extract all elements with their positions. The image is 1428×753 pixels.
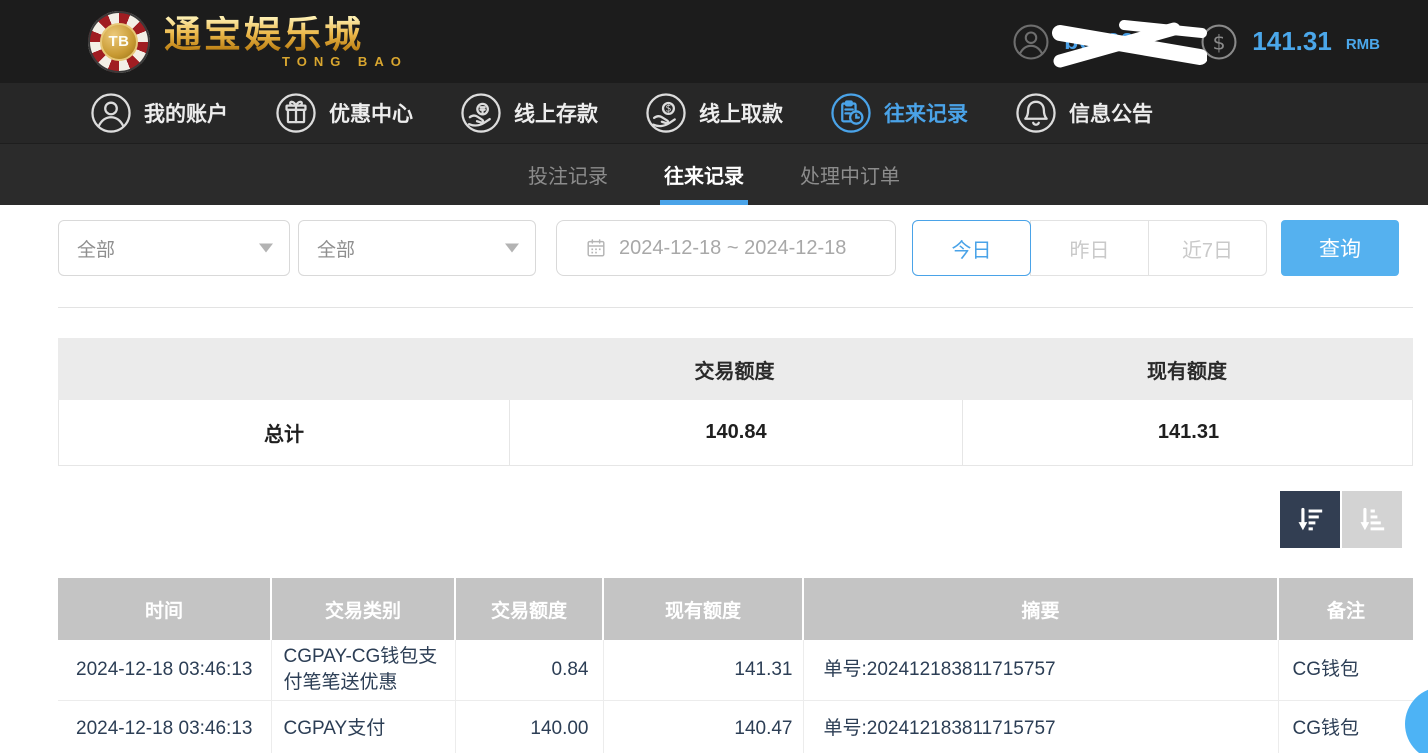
user-icon [90,92,132,134]
nav-item-withdraw[interactable]: $ 线上取款 [645,92,783,134]
brand-subtitle: TONG BAO [164,55,408,68]
cell-note: CG钱包 [1278,640,1413,701]
cell-time: 2024-12-18 03:46:13 [58,640,271,701]
records-tabbar: 投注记录 往来记录 处理中订单 [0,144,1428,205]
withdraw-hand-coin-icon: $ [645,92,687,134]
last-7-days-button[interactable]: 近7日 [1148,220,1267,276]
table-row: 2024-12-18 03:46:13 CGPAY-CG钱包支付笔笔送优惠 0.… [58,640,1413,701]
today-button[interactable]: 今日 [912,220,1031,276]
cell-time: 2024-12-18 03:46:13 [58,701,271,753]
cell-type: CGPAY-CG钱包支付笔笔送优惠 [271,640,455,701]
cell-amount: 0.84 [455,640,603,701]
cell-summary: 单号:202412183811715757 [803,640,1278,701]
table-row: 2024-12-18 03:46:13 CGPAY支付 140.00 140.4… [58,701,1413,753]
col-header-summary: 摘要 [803,578,1278,640]
deposit-hand-coin-icon [460,92,502,134]
tab-betting-records[interactable]: 投注记录 [524,144,612,205]
summary-total-row: 总计 140.84 141.31 [58,400,1413,466]
svg-text:$: $ [1213,30,1226,54]
nav-item-deposit[interactable]: 线上存款 [460,92,598,134]
bell-icon [1015,92,1057,134]
summary-header-empty [58,338,508,400]
col-header-time: 时间 [58,578,271,640]
summary-total-label: 总计 [59,400,509,465]
poker-chip-icon: TB [88,11,150,73]
calendar-icon [585,237,607,259]
nav-label: 优惠中心 [329,98,413,128]
transaction-category-select[interactable]: 全部 [298,220,536,276]
sort-controls [58,491,1413,548]
main-content: 全部 全部 2024-12-18 ~ 20 [58,220,1413,753]
records-header-row: 时间 交易类别 交易额度 现有额度 摘要 备注 [58,578,1413,640]
nav-label: 信息公告 [1069,98,1153,128]
gift-icon [275,92,317,134]
dollar-circle-icon: $ [1200,23,1238,61]
cell-balance: 141.31 [603,640,803,701]
cell-type: CGPAY支付 [271,701,455,753]
tab-pending-orders[interactable]: 处理中订单 [796,144,904,205]
balance-amount: 141.31 [1252,26,1332,57]
cell-note: CG钱包 [1278,701,1413,753]
yesterday-button[interactable]: 昨日 [1030,220,1149,276]
nav-label: 我的账户 [144,98,228,128]
brand-name: 通宝娱乐城 [164,16,408,53]
search-button[interactable]: 查询 [1281,220,1399,276]
select-value: 全部 [317,235,355,262]
balance-info: $ 141.31 RMB [1200,23,1380,61]
user-avatar-icon [1012,23,1050,61]
username-text: bc7325 [1064,28,1148,55]
transaction-records-table: 时间 交易类别 交易额度 现有额度 摘要 备注 2024-12-18 03:46… [58,578,1413,753]
col-header-note: 备注 [1278,578,1413,640]
sort-ascending-button[interactable] [1342,491,1402,548]
summary-balance-total: 141.31 [962,400,1414,465]
nav-item-transaction-records[interactable]: 往来记录 [830,92,968,134]
transaction-records-icon [830,92,872,134]
nav-item-my-account[interactable]: 我的账户 [90,92,228,134]
nav-label: 线上取款 [699,98,783,128]
header-account-area: bc7325 $ 141.31 RMB [1012,23,1380,61]
brand-text: 通宝娱乐城 TONG BAO [164,16,408,68]
nav-item-announcements[interactable]: 信息公告 [1015,92,1153,134]
date-range-input[interactable]: 2024-12-18 ~ 2024-12-18 [556,220,896,276]
quick-date-buttons: 今日 昨日 近7日 [912,220,1267,276]
chevron-down-icon [259,244,273,253]
nav-label: 往来记录 [884,98,968,128]
chip-monogram: TB [100,23,138,61]
sort-descending-icon [1293,503,1327,537]
cell-summary: 单号:202412183811715757 [803,701,1278,753]
filter-toolbar: 全部 全部 2024-12-18 ~ 20 [58,220,1413,276]
col-header-balance: 现有额度 [603,578,803,640]
cell-amount: 140.00 [455,701,603,753]
brand-logo[interactable]: TB 通宝娱乐城 TONG BAO [88,11,408,73]
top-header: TB 通宝娱乐城 TONG BAO bc7325 [0,0,1428,83]
date-range-value: 2024-12-18 ~ 2024-12-18 [619,237,846,260]
chevron-down-icon [505,244,519,253]
sort-descending-button[interactable] [1280,491,1340,548]
col-header-amount: 交易额度 [455,578,603,640]
transaction-type-select[interactable]: 全部 [58,220,290,276]
sort-ascending-icon [1355,503,1389,537]
summary-header-row: 交易额度 现有额度 [58,338,1413,400]
main-navigation: 我的账户 优惠中心 线上存款 [0,83,1428,144]
summary-header-current-balance: 现有额度 [961,338,1413,400]
summary-table: 交易额度 现有额度 总计 140.84 141.31 [58,338,1413,466]
tab-transaction-records[interactable]: 往来记录 [660,144,748,205]
user-info: bc7325 [1012,23,1148,61]
section-divider [58,307,1413,308]
summary-header-transaction-amount: 交易额度 [508,338,961,400]
svg-text:$: $ [665,104,671,115]
nav-item-promotions[interactable]: 优惠中心 [275,92,413,134]
select-value: 全部 [77,235,115,262]
balance-currency: RMB [1346,36,1380,53]
summary-transaction-total: 140.84 [509,400,962,465]
cell-balance: 140.47 [603,701,803,753]
col-header-type: 交易类别 [271,578,455,640]
nav-label: 线上存款 [514,98,598,128]
page: TB 通宝娱乐城 TONG BAO bc7325 [0,0,1428,753]
